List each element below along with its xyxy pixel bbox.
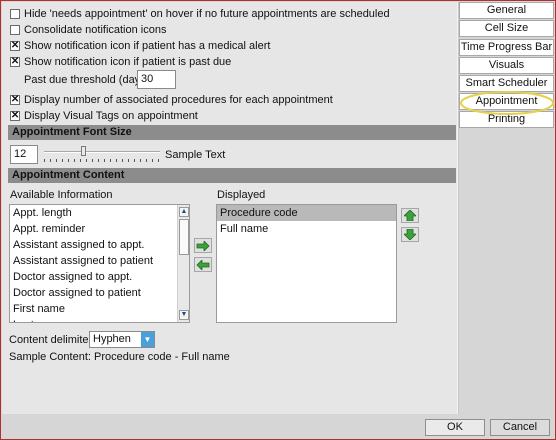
list-item[interactable]: Full name — [217, 221, 396, 237]
option-consolidate-icons[interactable]: Consolidate notification icons — [10, 23, 166, 37]
ok-button[interactable]: OK — [425, 419, 485, 436]
checkbox[interactable] — [10, 9, 20, 19]
scroll-down-icon[interactable]: ▼ — [179, 310, 189, 320]
arrow-up-icon — [404, 210, 416, 221]
option-past-due[interactable]: ✕ Show notification icon if patient is p… — [10, 55, 231, 69]
available-information-label: Available Information — [10, 189, 113, 201]
sample-text: Sample Text — [165, 149, 226, 161]
arrow-right-icon — [196, 240, 210, 251]
appointment-settings-panel: Hide 'needs appointment' on hover if no … — [2, 2, 457, 414]
font-size-input[interactable]: 12 — [10, 145, 38, 164]
content-delimiter-label: Content delimiter: — [9, 334, 96, 346]
content-delimiter-select[interactable]: Hyphen ▼ — [89, 331, 155, 348]
past-due-threshold-input[interactable]: 30 — [137, 70, 176, 89]
past-due-threshold-label: Past due threshold (days): — [24, 74, 153, 86]
displayed-label: Displayed — [217, 189, 266, 201]
arrow-left-icon — [196, 259, 210, 270]
tab-visuals[interactable]: Visuals — [459, 57, 554, 74]
list-item[interactable]: Appt. reminder — [10, 221, 189, 237]
available-information-list[interactable]: Appt. length Appt. reminder Assistant assi… — [9, 204, 190, 323]
option-label: Display Visual Tags on appointment — [24, 110, 198, 122]
list-item[interactable]: Assistant assigned to appt. — [10, 237, 189, 253]
list-item[interactable]: Assistant assigned to patient — [10, 253, 189, 269]
checkbox-checked[interactable]: ✕ — [10, 95, 20, 105]
checkbox[interactable] — [10, 25, 20, 35]
remove-from-displayed-button[interactable] — [194, 257, 212, 272]
option-label: Consolidate notification icons — [24, 24, 167, 36]
content-section-header: Appointment Content — [8, 168, 456, 183]
list-item[interactable]: Last name — [10, 317, 189, 322]
list-item[interactable]: First name — [10, 301, 189, 317]
slider-track — [44, 151, 160, 153]
slider-ticks — [44, 159, 160, 162]
option-medical-alert[interactable]: ✕ Show notification icon if patient has … — [10, 39, 270, 53]
move-down-button[interactable] — [401, 227, 419, 242]
tab-cell-size[interactable]: Cell Size — [459, 20, 554, 37]
displayed-list[interactable]: Procedure code Full name — [216, 204, 397, 323]
highlight-circle-icon — [460, 91, 554, 115]
chevron-down-icon[interactable]: ▼ — [141, 332, 154, 347]
move-up-button[interactable] — [401, 208, 419, 223]
slider-thumb[interactable] — [81, 146, 86, 156]
scroll-up-icon[interactable]: ▲ — [179, 207, 189, 217]
checkbox-checked[interactable]: ✕ — [10, 111, 20, 121]
checkbox-checked[interactable]: ✕ — [10, 41, 20, 51]
option-display-tags[interactable]: ✕ Display Visual Tags on appointment — [10, 109, 198, 123]
arrow-down-icon — [404, 229, 416, 240]
settings-window: Hide 'needs appointment' on hover if no … — [0, 0, 556, 440]
font-size-section-header: Appointment Font Size — [8, 125, 456, 140]
option-hide-needs-appointment[interactable]: Hide 'needs appointment' on hover if no … — [10, 7, 390, 21]
list-item[interactable]: Appt. length — [10, 205, 189, 221]
scrollbar[interactable]: ▲ ▼ — [177, 205, 189, 322]
option-label: Show notification icon if patient has a … — [24, 40, 271, 52]
tab-general[interactable]: General — [459, 2, 554, 19]
cancel-button[interactable]: Cancel — [490, 419, 550, 436]
list-item[interactable]: Doctor assigned to appt. — [10, 269, 189, 285]
option-label: Display number of associated procedures … — [24, 94, 333, 106]
option-display-procedures[interactable]: ✕ Display number of associated procedure… — [10, 93, 333, 107]
option-label: Hide 'needs appointment' on hover if no … — [24, 8, 390, 20]
font-size-slider[interactable] — [44, 145, 162, 165]
scroll-thumb[interactable] — [179, 219, 189, 255]
content-delimiter-value: Hyphen — [93, 333, 131, 345]
list-item[interactable]: Doctor assigned to patient — [10, 285, 189, 301]
add-to-displayed-button[interactable] — [194, 238, 212, 253]
checkbox-checked[interactable]: ✕ — [10, 57, 20, 67]
option-label: Show notification icon if patient is pas… — [24, 56, 232, 68]
list-item[interactable]: Procedure code — [217, 205, 396, 221]
sample-content: Sample Content: Procedure code - Full na… — [9, 351, 230, 363]
tab-time-progress-bar[interactable]: Time Progress Bar — [459, 39, 554, 56]
